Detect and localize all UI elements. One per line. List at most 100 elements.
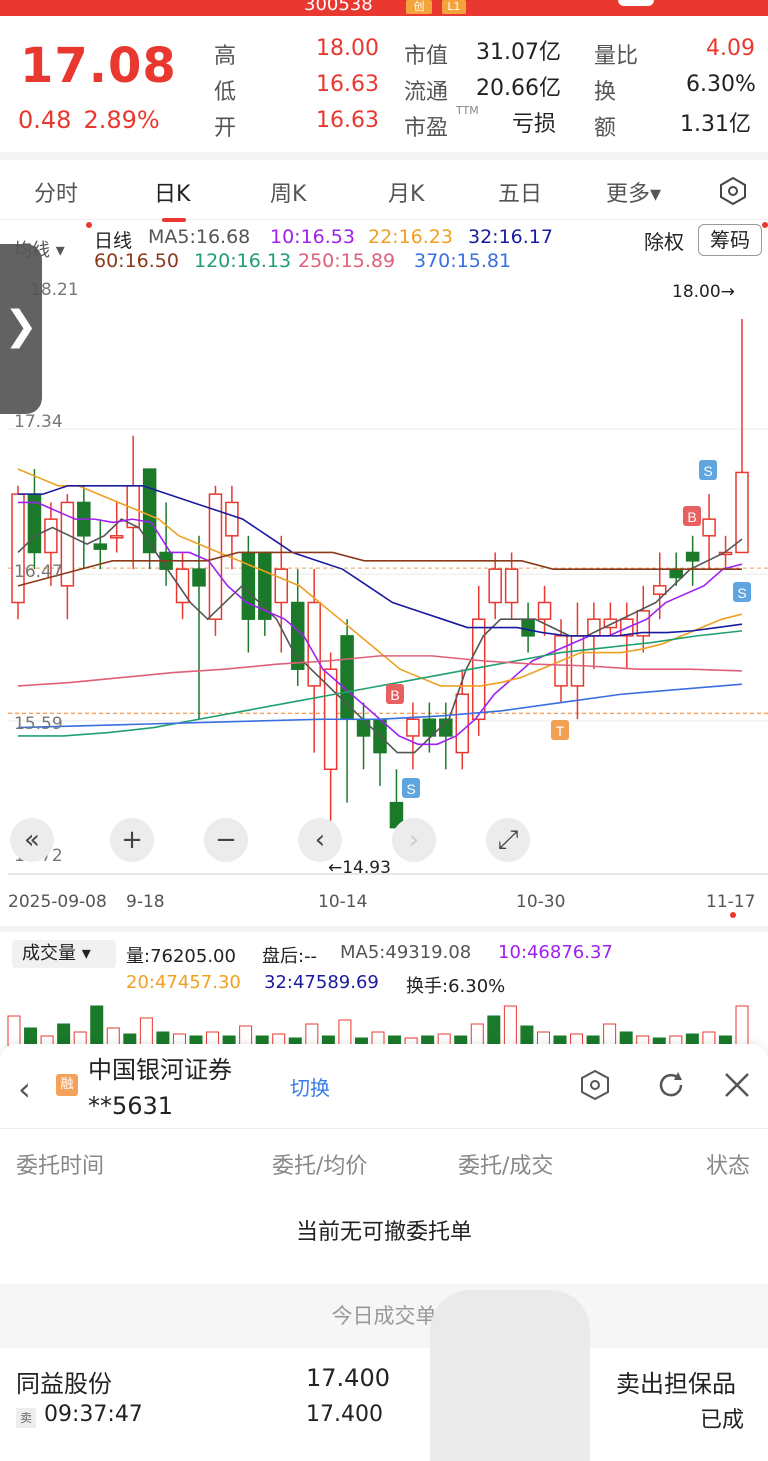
scroll-left-button[interactable]: ‹ [298,818,342,862]
ma60-legend: 60:16.50 [94,250,179,272]
sell-marker-label: S [737,585,746,601]
volume-selector[interactable]: 成交量 ▾ [12,940,116,968]
date-tick-3: 10-14 [318,892,368,912]
adjust-button[interactable]: 除权 [644,226,684,255]
settings-icon[interactable] [578,1068,612,1102]
margin-badge: 融 [56,1074,78,1096]
quote-value-open: 16.63 [316,108,379,133]
chips-dot [762,222,768,228]
chips-button[interactable]: 筹码 [698,224,762,256]
date-tick-1: 2025-09-08 [8,892,107,912]
candle-body [225,501,239,537]
trade-fill-price: 17.400 [306,1402,383,1427]
trade-stock-name[interactable]: 同益股份 [16,1364,112,1399]
quote-value-float: 20.66亿 [476,76,561,101]
stock-app: 300538 创 L1 17.08 0.48 2.89% 高 18.00 低 16… [0,0,768,1461]
volume-bar [520,1025,534,1046]
scroll-right-button[interactable]: › [392,818,436,862]
tab-intraday[interactable]: 分时 [34,176,78,208]
quote-value-amount: 1.31亿 [680,112,751,137]
ma22-legend: 22:16.23 [368,226,453,248]
zoom-out-button[interactable]: − [204,818,248,862]
candle-body [109,535,124,539]
change-amount: 0.48 [18,106,72,134]
settings-hexagon-icon[interactable] [718,176,748,206]
quote-value-mktcap: 31.07亿 [476,40,561,65]
today-trades-title: 今日成交单 [331,1304,437,1328]
order-sheet: ‹ 融 中国银河证券 **5631 切换 委托时间 委托/均价 委托/成交 状态… [0,1044,768,1461]
fullscreen-button[interactable]: ⤢ [486,818,530,862]
vol-ma5: MA5:49319.08 [340,942,472,963]
low-annotation: ←14.93 [328,858,391,878]
candle-body [406,718,420,737]
turnover-rate: 换手:6.30% [406,976,506,997]
refresh-icon[interactable] [654,1068,688,1102]
kline-chart[interactable]: B S T B S S [0,270,768,890]
period-tabs: 分时 日K 周K 月K 五日 更多▾ [0,160,768,222]
candle-body [307,601,321,687]
side-panel-toggle[interactable]: ❯ [0,244,42,414]
volume-bar [57,1023,71,1046]
candle-body [652,585,667,595]
candle-body [44,518,58,554]
quote-value-pe: 亏损 [512,112,557,137]
volume-divider [0,926,768,932]
volume-bar [487,1015,501,1046]
empty-orders-text: 当前无可撤委托单 [295,1220,472,1245]
tab-monthly[interactable]: 月K [388,176,424,208]
sheet-divider [0,1128,768,1129]
quote-value-low: 16.63 [316,72,379,97]
candle-body [488,568,502,604]
fast-back-button[interactable]: « [10,818,54,862]
top-status-bar: 300538 创 L1 [0,0,768,16]
candle-body [356,718,371,737]
volume-chart [7,1005,749,1046]
candle-body [93,543,108,550]
volume-bar [90,1005,104,1046]
date-tick-4: 10-30 [516,892,566,912]
quote-label-volratio: 量比 [594,44,639,69]
price-change: 0.48 2.89% [18,106,172,134]
redacted-overlay [430,1290,590,1461]
candle-body [537,601,552,620]
row-divider [0,1346,768,1348]
board-badge: 创 [406,0,432,14]
candle-body [142,468,157,554]
trade-order-price: 17.400 [306,1364,390,1392]
back-arrow-icon[interactable]: ‹ [18,1070,31,1108]
close-icon[interactable] [720,1068,754,1102]
volume-bar [338,1019,352,1046]
quote-label-open: 开 [214,116,237,141]
level-badge: L1 [442,0,466,14]
volume-bar [735,1005,749,1046]
tab-more[interactable]: 更多▾ [606,176,661,208]
price-tick-2: 17.34 [14,412,63,432]
quote-value-high: 18.00 [316,36,379,61]
sell-marker-label: S [703,463,712,479]
date-tick-2: 9-18 [126,892,165,912]
quote-label-low: 低 [214,80,237,105]
tab-five-day[interactable]: 五日 [498,176,542,208]
account-number: **5631 [88,1092,174,1120]
quote-value-volratio: 4.09 [706,36,755,61]
col-order-price: 委托/均价 [272,1154,368,1179]
quote-label-high: 高 [214,44,237,69]
buy-marker-label: B [390,687,399,703]
divider [0,152,768,160]
tab-daily[interactable]: 日K [154,176,190,222]
tab-weekly[interactable]: 周K [270,176,306,208]
sell-badge: 卖 [16,1408,36,1428]
zoom-in-button[interactable]: + [110,818,154,862]
candle-body [735,471,749,554]
latest-date-dot [730,912,736,918]
candle-body [274,568,289,604]
switch-account-link[interactable]: 切换 [290,1072,330,1101]
volume-value: 量:76205.00 [126,946,236,967]
ma10-legend: 10:16.53 [270,226,355,248]
quote-label-turnover: 换 [594,80,617,105]
vol-ma32: 32:47589.69 [264,972,379,993]
vol-ma10: 10:46876.37 [498,942,613,963]
volume-bar [503,1005,517,1046]
volume-bar [7,1015,21,1046]
candle-body [504,568,519,604]
